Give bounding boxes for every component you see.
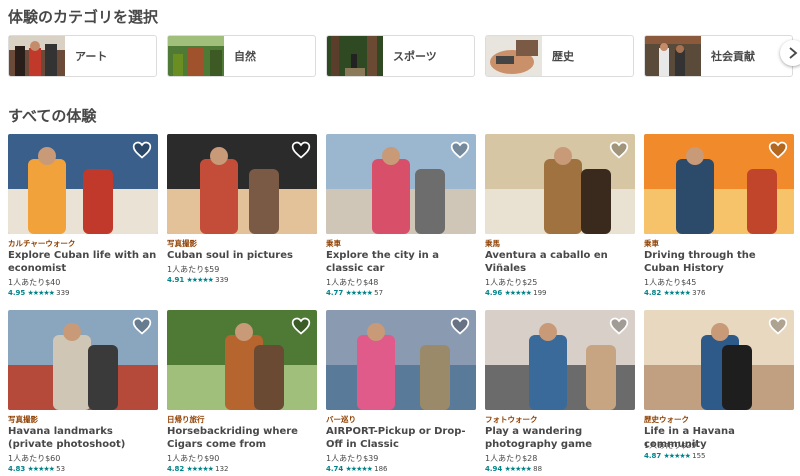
- star-rating-icon: ★★★★★: [345, 289, 373, 297]
- experience-category: フォトウォーク: [485, 415, 538, 424]
- heart-icon[interactable]: [291, 316, 311, 336]
- experience-price: 1人あたり$25: [485, 278, 538, 287]
- star-rating-icon: ★★★★★: [663, 452, 691, 460]
- review-count: 155: [692, 452, 706, 460]
- experience-price: 1人あたり$29: [644, 441, 697, 450]
- experience-price: 1人あたり$59: [167, 265, 220, 274]
- heart-icon[interactable]: [768, 140, 788, 160]
- category-card-art[interactable]: アート: [8, 35, 157, 77]
- experience-category: カルチャーウォーク: [8, 239, 76, 248]
- experience-title[interactable]: Aventura a caballo en Viñales: [485, 249, 635, 275]
- experience-price: 1人あたり$28: [485, 454, 538, 463]
- experience-category: 乗車: [326, 239, 341, 248]
- review-count: 376: [692, 289, 706, 297]
- rating-score: 4.87: [644, 452, 662, 460]
- heart-icon[interactable]: [291, 140, 311, 160]
- experience-title[interactable]: Driving through the Cuban History: [644, 249, 794, 275]
- star-rating-icon: ★★★★★: [345, 465, 373, 473]
- rating-score: 4.95: [8, 289, 26, 297]
- heart-icon[interactable]: [450, 316, 470, 336]
- review-count: 339: [56, 289, 70, 297]
- experience-rating: 4.95 ★★★★★ 339: [8, 289, 70, 297]
- star-rating-icon: ★★★★★: [186, 465, 214, 473]
- category-thumbnail: [486, 36, 542, 76]
- review-count: 57: [374, 289, 384, 297]
- category-thumbnail: [645, 36, 701, 76]
- review-count: 132: [215, 465, 229, 473]
- chevron-right-icon: [789, 47, 798, 59]
- category-card-nature[interactable]: 自然: [167, 35, 316, 77]
- heart-icon[interactable]: [768, 316, 788, 336]
- category-thumbnail: [9, 36, 65, 76]
- experience-category: 写真撮影: [167, 239, 197, 248]
- rating-score: 4.91: [167, 276, 185, 284]
- star-rating-icon: ★★★★★: [504, 289, 532, 297]
- experience-rating: 4.94 ★★★★★ 88: [485, 465, 542, 473]
- category-card-sports[interactable]: スポーツ: [326, 35, 475, 77]
- review-count: 88: [533, 465, 543, 473]
- experience-rating: 4.74 ★★★★★ 186: [326, 465, 388, 473]
- category-label: 歴史: [552, 50, 574, 63]
- category-thumbnail: [327, 36, 383, 76]
- experience-category: 写真撮影: [8, 415, 38, 424]
- star-rating-icon: ★★★★★: [504, 465, 532, 473]
- review-count: 53: [56, 465, 66, 473]
- star-rating-icon: ★★★★★: [663, 289, 691, 297]
- category-label: アート: [75, 50, 108, 63]
- heart-icon[interactable]: [132, 140, 152, 160]
- category-thumbnail: [168, 36, 224, 76]
- review-count: 186: [374, 465, 388, 473]
- experience-title[interactable]: Explore the city in a classic car: [326, 249, 476, 275]
- heart-icon[interactable]: [609, 316, 629, 336]
- rating-score: 4.96: [485, 289, 503, 297]
- experience-rating: 4.83 ★★★★★ 53: [8, 465, 65, 473]
- rating-score: 4.74: [326, 465, 344, 473]
- experience-rating: 4.82 ★★★★★ 132: [167, 465, 229, 473]
- rating-score: 4.83: [8, 465, 26, 473]
- experience-category: 日帰り旅行: [167, 415, 205, 424]
- rating-score: 4.82: [644, 289, 662, 297]
- heart-icon[interactable]: [132, 316, 152, 336]
- heart-icon[interactable]: [609, 140, 629, 160]
- experience-title[interactable]: Explore Cuban life with an economist: [8, 249, 158, 275]
- category-card-social-contribution[interactable]: 社会貢献: [644, 35, 793, 77]
- category-card-history[interactable]: 歴史: [485, 35, 634, 77]
- experience-rating: 4.96 ★★★★★ 199: [485, 289, 547, 297]
- experience-price: 1人あたり$40: [8, 278, 61, 287]
- experience-category: 乗馬: [485, 239, 500, 248]
- experience-category: 乗車: [644, 239, 659, 248]
- category-label: 自然: [234, 50, 256, 63]
- experience-title[interactable]: Play a wandering photography game: [485, 425, 635, 451]
- category-section-title: 体験のカテゴリを選択: [8, 8, 159, 26]
- experience-category: バー巡り: [326, 415, 356, 424]
- star-rating-icon: ★★★★★: [27, 289, 55, 297]
- experience-title[interactable]: Havana landmarks (private photoshoot): [8, 425, 158, 451]
- experience-price: 1人あたり$60: [8, 454, 61, 463]
- experience-price: 1人あたり$90: [167, 454, 220, 463]
- review-count: 339: [215, 276, 229, 284]
- review-count: 199: [533, 289, 547, 297]
- carousel-next-button[interactable]: [780, 40, 800, 66]
- experience-price: 1人あたり$48: [326, 278, 379, 287]
- rating-score: 4.94: [485, 465, 503, 473]
- star-rating-icon: ★★★★★: [186, 276, 214, 284]
- rating-score: 4.77: [326, 289, 344, 297]
- rating-score: 4.82: [167, 465, 185, 473]
- star-rating-icon: ★★★★★: [27, 465, 55, 473]
- experience-price: 1人あたり$39: [326, 454, 379, 463]
- experience-title[interactable]: AIRPORT-Pickup or Drop-Off in Classic: [326, 425, 476, 451]
- experience-category: 歴史ウォーク: [644, 415, 689, 424]
- experience-title[interactable]: Horsebackriding where Cigars come from: [167, 425, 317, 451]
- experience-price: 1人あたり$45: [644, 278, 697, 287]
- all-experiences-title: すべての体験: [8, 107, 97, 125]
- experience-rating: 4.82 ★★★★★ 376: [644, 289, 706, 297]
- experience-rating: 4.87 ★★★★★ 155: [644, 452, 706, 460]
- experience-rating: 4.91 ★★★★★ 339: [167, 276, 229, 284]
- heart-icon[interactable]: [450, 140, 470, 160]
- experience-title[interactable]: Cuban soul in pictures: [167, 249, 317, 262]
- category-label: スポーツ: [393, 50, 437, 63]
- category-carousel: アート 自然 スポーツ 歴史 社会貢献: [8, 35, 800, 79]
- experience-rating: 4.77 ★★★★★ 57: [326, 289, 383, 297]
- category-label: 社会貢献: [711, 50, 755, 63]
